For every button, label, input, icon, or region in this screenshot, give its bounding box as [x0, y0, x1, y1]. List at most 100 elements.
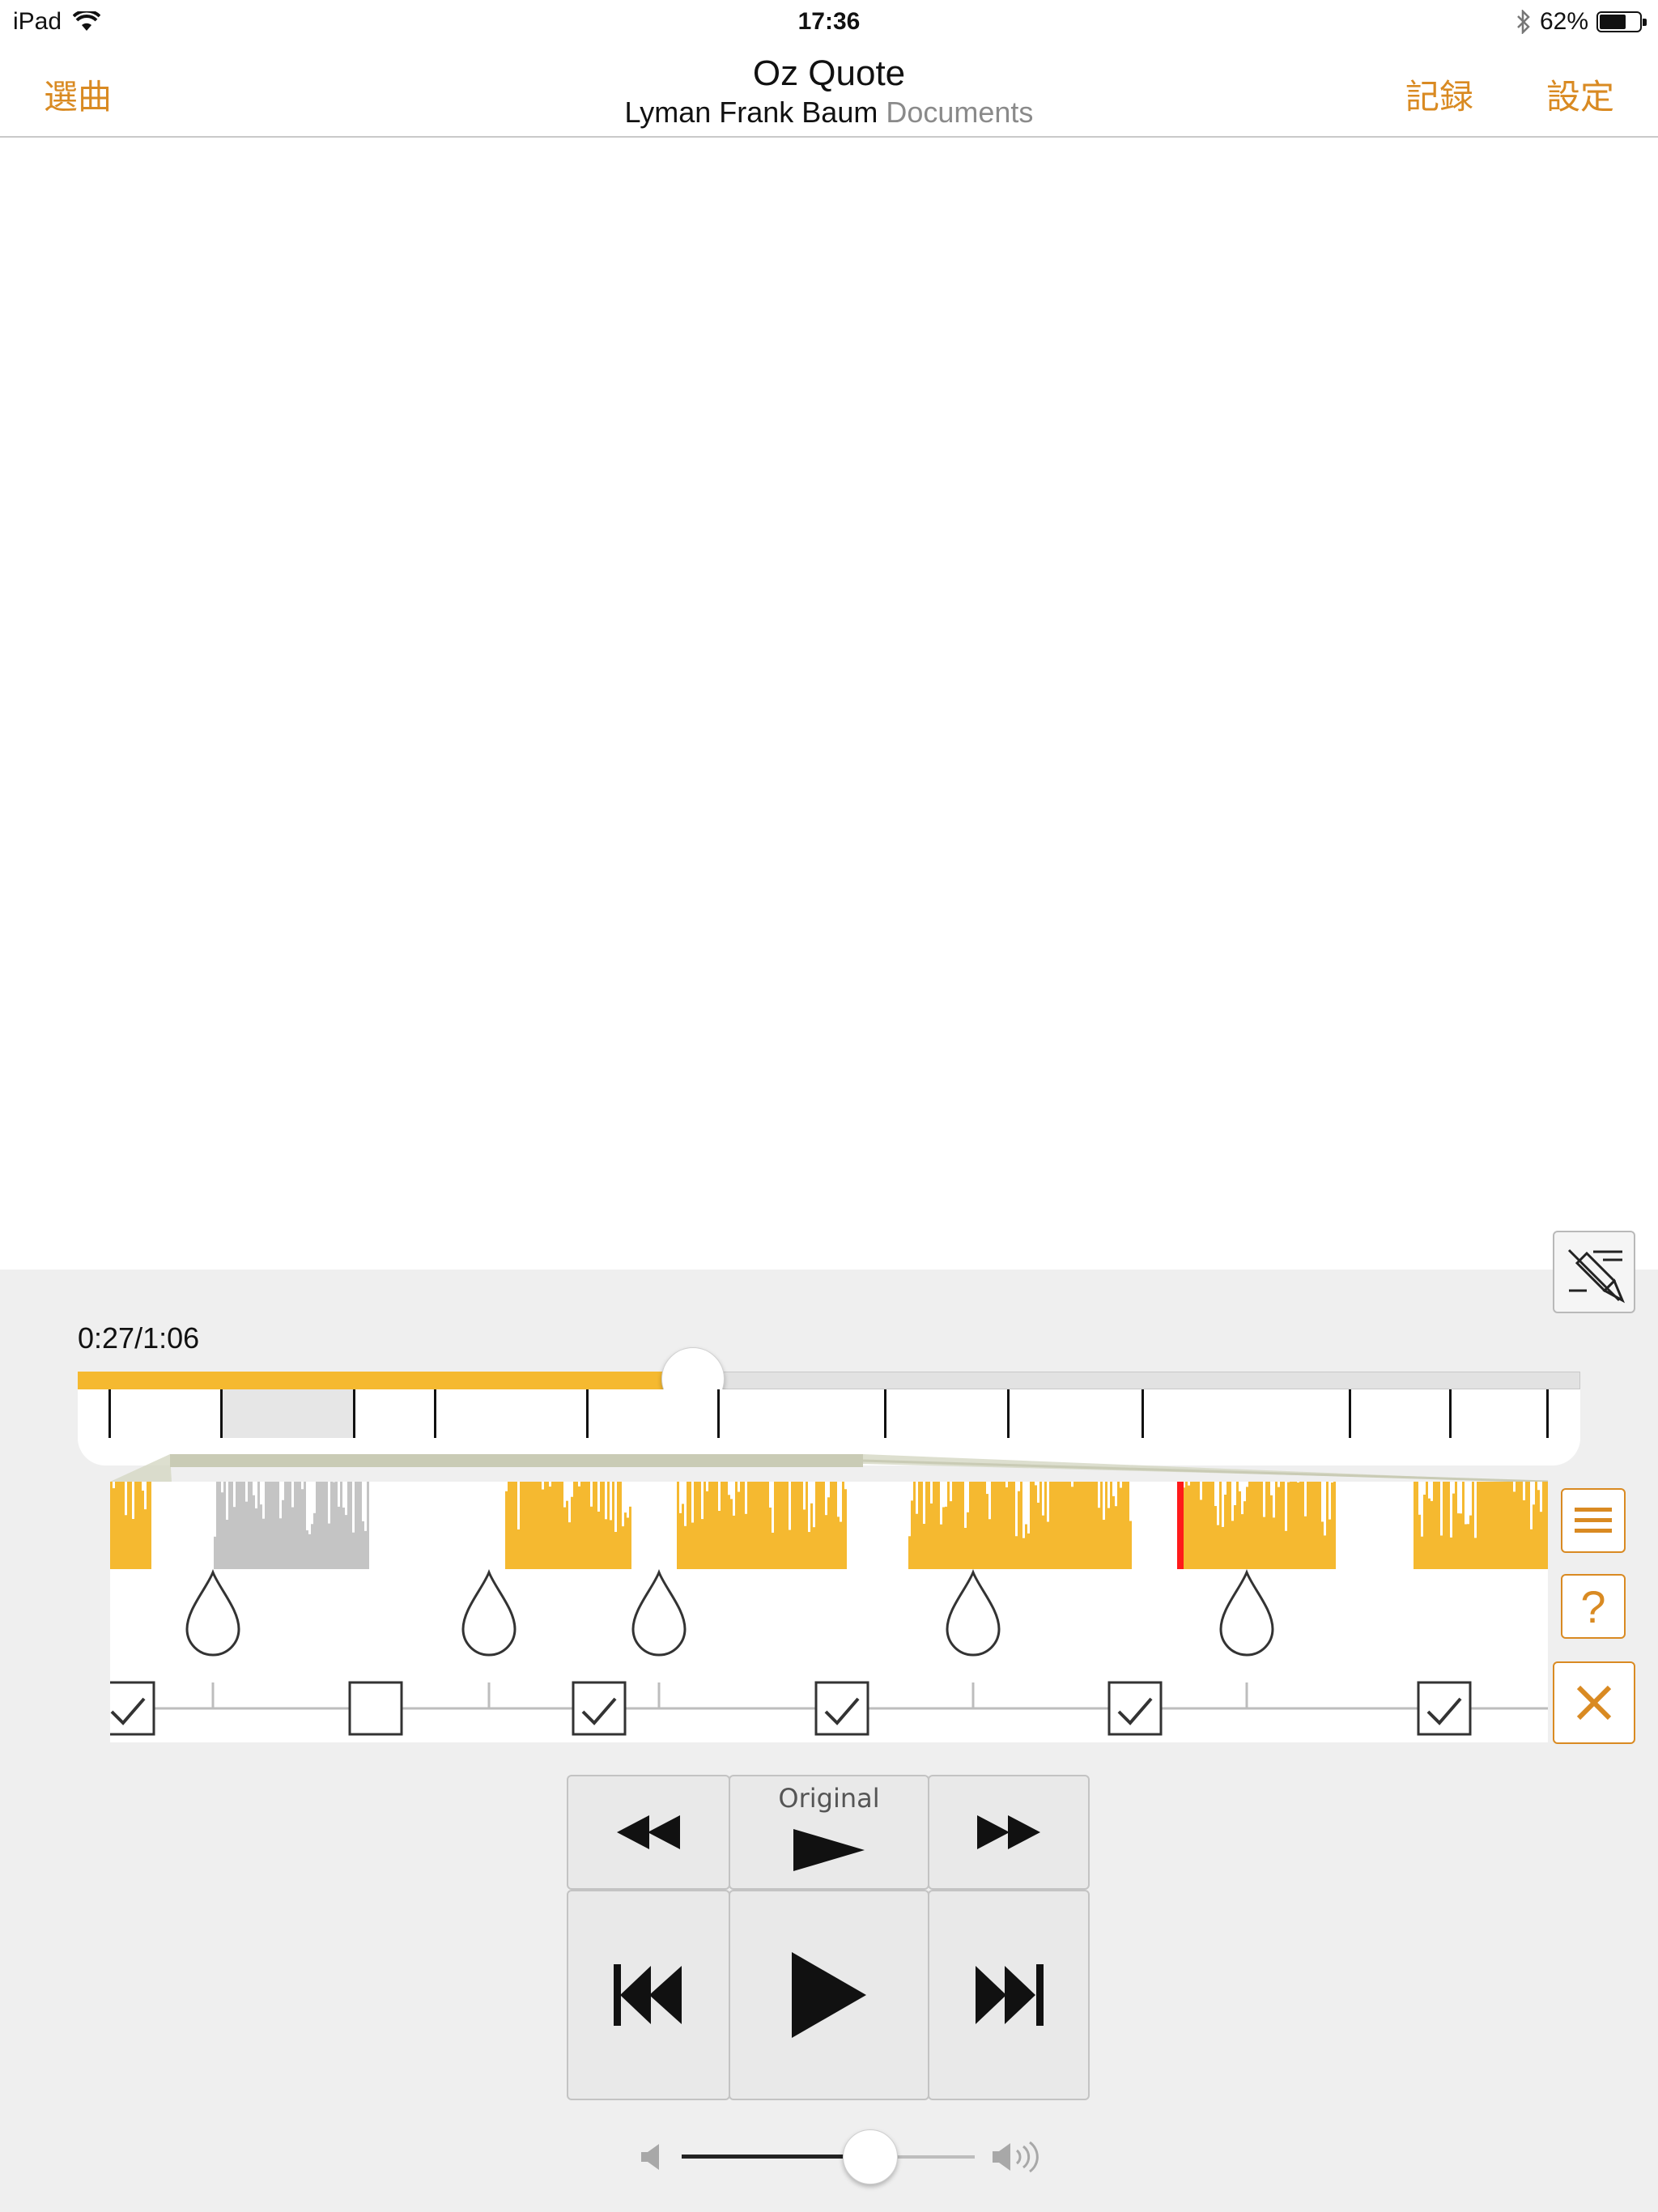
- waveform-bar: [597, 1511, 600, 1569]
- waveform-bar: [733, 1515, 735, 1569]
- lyrics-area: [0, 138, 1658, 1270]
- marker-drop[interactable]: [185, 1569, 240, 1657]
- waveform-bar: [798, 1482, 801, 1569]
- waveform-bar: [976, 1482, 979, 1569]
- settings-button[interactable]: 設定: [1546, 70, 1614, 119]
- waveform-bar: [1282, 1482, 1285, 1569]
- rewind-button[interactable]: [567, 1775, 730, 1890]
- original-play-button[interactable]: Original: [729, 1775, 929, 1890]
- ruler-zoom-window: [222, 1389, 353, 1438]
- progress-fill: [78, 1372, 693, 1389]
- waveform-bar: [1010, 1482, 1013, 1569]
- marker-drop[interactable]: [461, 1569, 517, 1657]
- waveform-bar: [1095, 1482, 1098, 1569]
- status-bar: iPad 17:36 62%: [0, 0, 1658, 45]
- waveform-bar: [257, 1482, 260, 1569]
- waveform-bar: [964, 1528, 967, 1569]
- waveform-bar: [1545, 1482, 1547, 1569]
- waveform-bar: [1518, 1482, 1520, 1569]
- waveform-bar: [323, 1482, 325, 1569]
- waveform[interactable]: [110, 1482, 1548, 1569]
- waveform-bar: [796, 1482, 798, 1569]
- marker-checkbox[interactable]: [572, 1681, 627, 1736]
- waveform-bar: [767, 1482, 769, 1569]
- record-button[interactable]: 記録: [1405, 70, 1473, 119]
- list-button[interactable]: [1561, 1488, 1626, 1553]
- waveform-bar: [935, 1482, 937, 1569]
- waveform-bar: [1433, 1482, 1435, 1569]
- waveform-bar: [627, 1517, 629, 1569]
- waveform-bar: [1115, 1506, 1117, 1569]
- waveform-bar: [622, 1526, 624, 1569]
- waveform-bar: [571, 1496, 573, 1569]
- waveform-bar: [837, 1516, 840, 1569]
- marker-checkbox[interactable]: [814, 1681, 869, 1736]
- waveform-bar: [1525, 1482, 1528, 1569]
- waveform-bar: [1190, 1482, 1192, 1569]
- waveform-bar: [1061, 1482, 1064, 1569]
- fast-forward-button[interactable]: [928, 1775, 1090, 1890]
- marker-drop[interactable]: [1219, 1569, 1274, 1657]
- waveform-bar: [832, 1482, 835, 1569]
- waveform-bar: [1295, 1482, 1297, 1569]
- marker-track[interactable]: [110, 1569, 1548, 1742]
- next-track-button[interactable]: [928, 1890, 1090, 2100]
- waveform-bar: [933, 1482, 935, 1569]
- waveform-bar: [825, 1515, 827, 1569]
- waveform-bar: [957, 1482, 959, 1569]
- waveform-bar: [1236, 1482, 1239, 1569]
- waveform-bar: [1428, 1498, 1431, 1569]
- waveform-bar: [595, 1482, 597, 1569]
- close-button[interactable]: [1553, 1661, 1635, 1744]
- waveform-bar: [243, 1482, 245, 1569]
- waveform-bar: [735, 1482, 738, 1569]
- waveform-bar: [925, 1482, 928, 1569]
- waveform-bar: [607, 1482, 610, 1569]
- waveform-bar: [1537, 1490, 1540, 1569]
- previous-track-button[interactable]: [567, 1890, 730, 2100]
- play-button[interactable]: [729, 1890, 929, 2100]
- waveform-bar: [566, 1500, 568, 1569]
- waveform-bar: [988, 1519, 991, 1569]
- waveform-bar: [716, 1482, 718, 1569]
- waveform-bar: [505, 1491, 508, 1569]
- waveform-bar: [1020, 1482, 1022, 1569]
- waveform-bar: [789, 1529, 791, 1569]
- waveform-bar: [945, 1506, 947, 1569]
- marker-checkbox[interactable]: [348, 1681, 403, 1736]
- waveform-bar: [827, 1497, 830, 1569]
- marker-checkbox[interactable]: [110, 1681, 155, 1736]
- volume-thumb[interactable]: [842, 2129, 898, 2184]
- waveform-bar: [144, 1509, 147, 1569]
- skip-forward-icon: [976, 1964, 1044, 2026]
- waveform-bar: [742, 1482, 745, 1569]
- waveform-bar: [345, 1515, 347, 1569]
- marker-checkbox[interactable]: [1417, 1681, 1472, 1736]
- waveform-bar: [1496, 1482, 1499, 1569]
- waveform-bar: [265, 1482, 267, 1569]
- waveform-bar: [262, 1518, 265, 1569]
- waveform-bar: [122, 1482, 125, 1569]
- waveform-bar: [1268, 1482, 1270, 1569]
- waveform-bar: [1462, 1482, 1465, 1569]
- waveform-bar: [1253, 1482, 1256, 1569]
- marker-drop[interactable]: [946, 1569, 1001, 1657]
- waveform-bar: [1275, 1482, 1278, 1569]
- waveform-bar: [911, 1500, 913, 1569]
- marker-drop[interactable]: [631, 1569, 687, 1657]
- artist-name: Lyman Frank Baum: [624, 96, 878, 129]
- zoom-range-bar[interactable]: [170, 1454, 863, 1467]
- help-button[interactable]: ?: [1561, 1574, 1626, 1639]
- waveform-bar: [357, 1482, 359, 1569]
- waveform-bar: [624, 1512, 627, 1569]
- waveform-bar: [1263, 1516, 1265, 1569]
- ruler-tick: [884, 1389, 886, 1438]
- waveform-bar: [730, 1499, 733, 1569]
- waveform-bar: [534, 1482, 537, 1569]
- marker-checkbox[interactable]: [1107, 1681, 1163, 1736]
- album-name: Documents: [886, 96, 1034, 129]
- waveform-bar: [830, 1482, 832, 1569]
- edit-button[interactable]: [1553, 1231, 1635, 1313]
- waveform-bar: [335, 1482, 338, 1569]
- waveform-bar: [694, 1482, 696, 1569]
